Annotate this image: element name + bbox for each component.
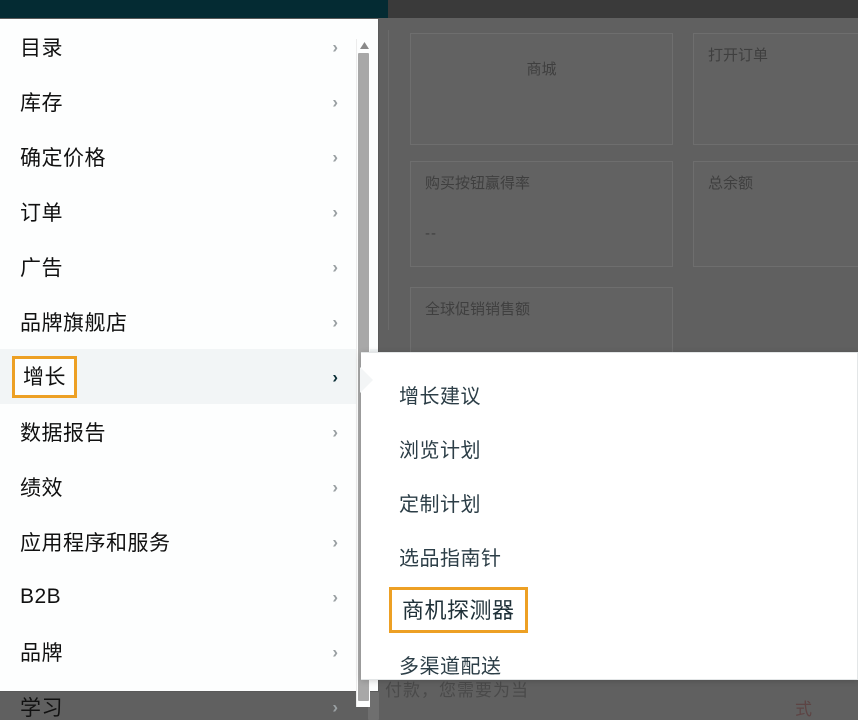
growth-submenu-flyout: 增长建议 浏览计划 定制计划 选品指南针 商机探测器 多渠道配送 (361, 352, 858, 680)
sidebar-item-label: 数据报告 (20, 417, 106, 447)
card-mall-title: 商城 (411, 62, 672, 77)
background-paragraph-fragment-2: 式 (795, 700, 812, 720)
chevron-right-icon: › (332, 533, 338, 550)
submenu-item-label: 定制计划 (399, 488, 481, 517)
chevron-right-icon: › (332, 203, 338, 220)
chevron-right-icon: › (332, 368, 338, 385)
submenu-item-label: 增长建议 (399, 380, 481, 409)
card-buybox-win-rate-title: 购买按钮赢得率 (425, 176, 672, 191)
card-buybox-win-rate[interactable]: 购买按钮赢得率 -- (410, 161, 673, 267)
sidebar-item-inventory[interactable]: 库存 › (0, 74, 378, 129)
submenu-item-custom-plans[interactable]: 定制计划 (399, 475, 857, 529)
sidebar-item-catalog[interactable]: 目录 › (0, 19, 378, 74)
sidebar-item-label: 库存 (20, 87, 63, 117)
sidebar-item-data-reports[interactable]: 数据报告 › (0, 404, 378, 459)
card-mall[interactable]: 商城 (410, 33, 673, 145)
sidebar-item-growth[interactable]: 增长 › (0, 349, 378, 404)
sidebar-item-advertising[interactable]: 广告 › (0, 239, 378, 294)
sidebar-item-label: B2B (20, 585, 61, 609)
sidebar-item-label: 学习 (20, 692, 63, 720)
card-buybox-win-rate-value: -- (425, 225, 672, 242)
card-open-order[interactable]: 打开订单 (693, 33, 858, 145)
sidebar-item-label: 确定价格 (20, 142, 106, 172)
card-open-order-title: 打开订单 (708, 48, 858, 63)
sidebar-item-b2b[interactable]: B2B › (0, 569, 378, 624)
submenu-item-label: 浏览计划 (399, 434, 481, 463)
sidebar-item-label: 绩效 (20, 472, 63, 502)
sidebar-item-brand-store[interactable]: 品牌旗舰店 › (0, 294, 378, 349)
chevron-right-icon: › (332, 38, 338, 55)
chevron-right-icon: › (332, 93, 338, 110)
submenu-item-opportunity-explorer[interactable]: 商机探测器 (399, 583, 857, 637)
submenu-item-growth-advice[interactable]: 增长建议 (399, 367, 857, 421)
chevron-right-icon: › (332, 313, 338, 330)
chevron-right-icon: › (332, 643, 338, 660)
sidebar-item-label: 目录 (20, 32, 63, 62)
card-total-balance-title: 总余额 (708, 176, 858, 191)
sidebar-item-performance[interactable]: 绩效 › (0, 459, 378, 514)
submenu-item-multi-channel-fulfillment[interactable]: 多渠道配送 (399, 637, 857, 691)
sidebar-item-label: 应用程序和服务 (20, 527, 171, 557)
card-global-promo-sales-title: 全球促销销售额 (425, 302, 672, 317)
app-topbar-accent (0, 0, 388, 18)
primary-navigation-menu: 目录 › 库存 › 确定价格 › 订单 › 广告 › 品牌旗舰店 › 增长 › … (0, 19, 378, 691)
submenu-item-label: 商机探测器 (389, 587, 528, 633)
chevron-right-icon: › (332, 478, 338, 495)
chevron-right-icon: › (332, 423, 338, 440)
sidebar-item-label: 广告 (20, 252, 63, 282)
sidebar-item-apps-and-services[interactable]: 应用程序和服务 › (0, 514, 378, 569)
card-total-balance[interactable]: 总余额 (693, 161, 858, 267)
sidebar-item-label: 增长 (12, 356, 77, 398)
submenu-item-browse-plans[interactable]: 浏览计划 (399, 421, 857, 475)
chevron-right-icon: › (332, 148, 338, 165)
scroll-up-arrow-icon[interactable] (358, 39, 370, 51)
submenu-item-label: 多渠道配送 (399, 650, 502, 679)
chevron-right-icon: › (332, 588, 338, 605)
sidebar-item-label: 品牌旗舰店 (20, 307, 128, 337)
sidebar-item-pricing[interactable]: 确定价格 › (0, 129, 378, 184)
submenu-item-label: 选品指南针 (399, 542, 502, 571)
chevron-right-icon: › (332, 698, 338, 715)
sidebar-item-orders[interactable]: 订单 › (0, 184, 378, 239)
sidebar-item-label: 订单 (20, 197, 63, 227)
sidebar-item-label: 品牌 (20, 637, 63, 667)
submenu-list: 增长建议 浏览计划 定制计划 选品指南针 商机探测器 多渠道配送 (361, 353, 857, 691)
submenu-pointer-notch (360, 367, 373, 393)
sidebar-item-brand[interactable]: 品牌 › (0, 624, 378, 679)
sidebar-item-learning[interactable]: 学习 › (0, 679, 378, 720)
chevron-right-icon: › (332, 258, 338, 275)
submenu-item-product-compass[interactable]: 选品指南针 (399, 529, 857, 583)
